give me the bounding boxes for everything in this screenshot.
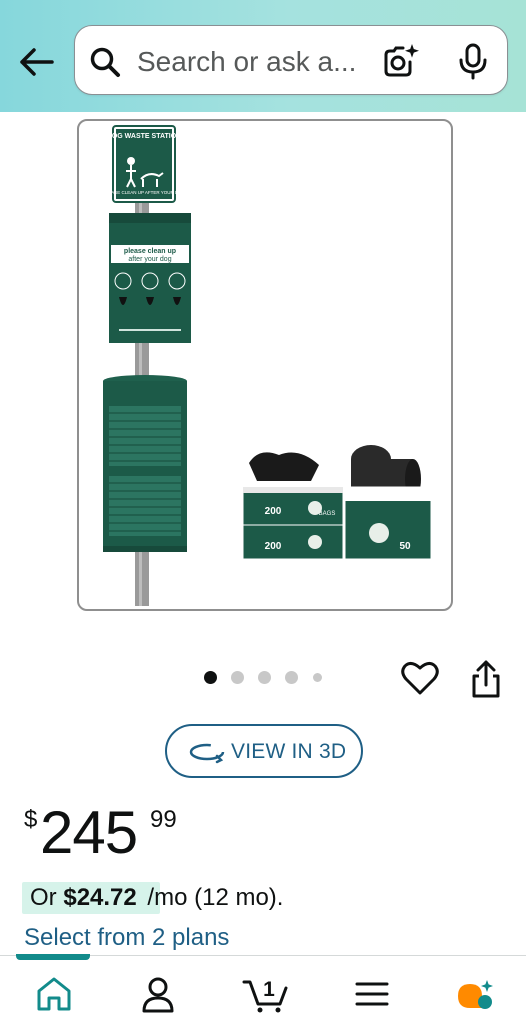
product-image[interactable]: DOG WASTE STATION PLEASE CLEAN UP AFTER … <box>77 119 453 611</box>
add-to-list-button[interactable] <box>400 659 440 697</box>
arrow-left-icon <box>20 48 54 76</box>
dispenser-text-1: please clean up <box>124 248 176 255</box>
product-illustration: DOG WASTE STATION PLEASE CLEAN UP AFTER … <box>103 125 432 606</box>
search-bar[interactable]: Search or ask a... <box>74 25 508 95</box>
camera-lens-icon[interactable] <box>381 42 419 80</box>
dispenser-text-2: after your dog <box>128 256 171 263</box>
share-button[interactable] <box>468 659 504 699</box>
box-label-2: 200 <box>265 541 282 552</box>
top-header: Search or ask a... <box>0 0 526 112</box>
image-carousel-dots[interactable] <box>204 670 334 686</box>
installment-suffix: /mo (12 mo). <box>147 884 284 911</box>
nav-rufus[interactable] <box>454 974 498 1014</box>
price-symbol: $ <box>24 806 38 833</box>
installment-prefix: Or <box>30 884 57 911</box>
carousel-dot-4[interactable] <box>285 671 298 684</box>
3d-rotate-icon <box>189 743 225 764</box>
view-in-3d-label: VIEW IN 3D <box>231 740 347 763</box>
active-tab-indicator <box>16 954 90 960</box>
carousel-dot-5[interactable] <box>313 673 322 682</box>
select-plans-link[interactable]: Select from 2 plans <box>24 924 229 952</box>
person-icon <box>142 977 174 1013</box>
nav-account[interactable] <box>136 974 180 1014</box>
box-brand: BAGS <box>319 511 336 517</box>
carousel-dot-1[interactable] <box>204 671 217 684</box>
ai-assistant-icon <box>458 980 493 1009</box>
view-in-3d-button[interactable]: VIEW IN 3D <box>165 724 363 778</box>
back-button[interactable] <box>14 42 58 82</box>
search-icon <box>90 47 120 77</box>
installment-text: Or $24.72 /mo (12 mo). <box>30 884 283 912</box>
cart-count: 1 <box>263 978 275 1001</box>
box-label-1: 200 <box>265 506 282 517</box>
microphone-icon[interactable] <box>455 42 491 80</box>
carousel-dot-3[interactable] <box>258 671 271 684</box>
search-input[interactable]: Search or ask a... <box>137 46 356 78</box>
nav-cart[interactable]: 1 <box>242 974 292 1014</box>
installment-amount: $24.72 <box>63 884 137 911</box>
home-icon <box>37 977 71 1011</box>
nav-menu[interactable] <box>350 974 394 1014</box>
price-fraction: 99 <box>150 806 177 833</box>
menu-icon <box>355 982 389 1006</box>
nav-home[interactable] <box>32 974 76 1014</box>
box-label-3: 50 <box>399 541 411 552</box>
share-icon <box>472 660 500 698</box>
carousel-dot-2[interactable] <box>231 671 244 684</box>
cart-icon: 1 <box>242 978 288 1013</box>
price-whole: 245 <box>40 799 138 866</box>
heart-icon <box>401 661 439 695</box>
bottom-navigation: 1 <box>0 954 526 1020</box>
sign-subtitle: PLEASE CLEAN UP AFTER YOUR DOG <box>103 190 186 195</box>
sign-title: DOG WASTE STATION <box>107 133 181 140</box>
